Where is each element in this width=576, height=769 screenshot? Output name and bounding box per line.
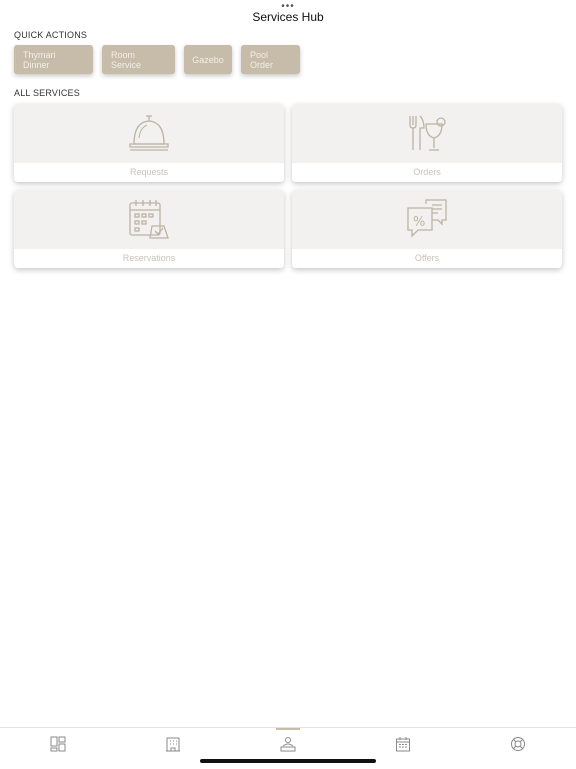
quick-action-thymari-dinner[interactable]: Thymari Dinner [14, 45, 93, 74]
service-card-reservations[interactable]: Reservations [14, 190, 284, 268]
quick-action-pool-order[interactable]: Pool Order [241, 45, 300, 74]
tab-dashboard[interactable] [49, 735, 67, 753]
quick-action-room-service[interactable]: Room Service [102, 45, 175, 74]
tab-hotel[interactable] [164, 735, 182, 753]
service-card-label: Reservations [14, 249, 284, 268]
hotel-icon [166, 737, 180, 752]
calendar-check-icon [129, 200, 169, 239]
service-card-label: Offers [292, 249, 562, 268]
service-card-requests[interactable]: Requests [14, 104, 284, 182]
concierge-icon [280, 737, 296, 752]
svg-text:%: % [413, 215, 425, 230]
dining-icon [409, 115, 446, 151]
all-services-heading: ALL SERVICES [14, 88, 80, 98]
service-card-orders[interactable]: Orders [292, 104, 562, 182]
home-indicator [200, 759, 376, 763]
quick-action-gazebo[interactable]: Gazebo [184, 45, 232, 74]
tab-concierge[interactable] [279, 735, 297, 753]
lifebuoy-icon [511, 737, 525, 751]
quick-actions-heading: QUICK ACTIONS [14, 30, 88, 40]
quick-actions-row: Thymari Dinner Room Service Gazebo Pool … [14, 45, 300, 74]
service-card-offers[interactable]: % Offers [292, 190, 562, 268]
page-title: Services Hub [252, 10, 324, 24]
service-card-label: Requests [14, 163, 284, 182]
services-grid: Requests Orders Reservations % Offers [14, 104, 562, 268]
tab-calendar[interactable] [394, 735, 412, 753]
dashboard-icon [50, 736, 66, 752]
tab-help[interactable] [509, 735, 527, 753]
service-bell-icon [129, 115, 169, 151]
active-tab-indicator [276, 728, 300, 730]
offers-icon: % [407, 199, 447, 238]
calendar-icon [396, 737, 410, 752]
service-card-label: Orders [292, 163, 562, 182]
